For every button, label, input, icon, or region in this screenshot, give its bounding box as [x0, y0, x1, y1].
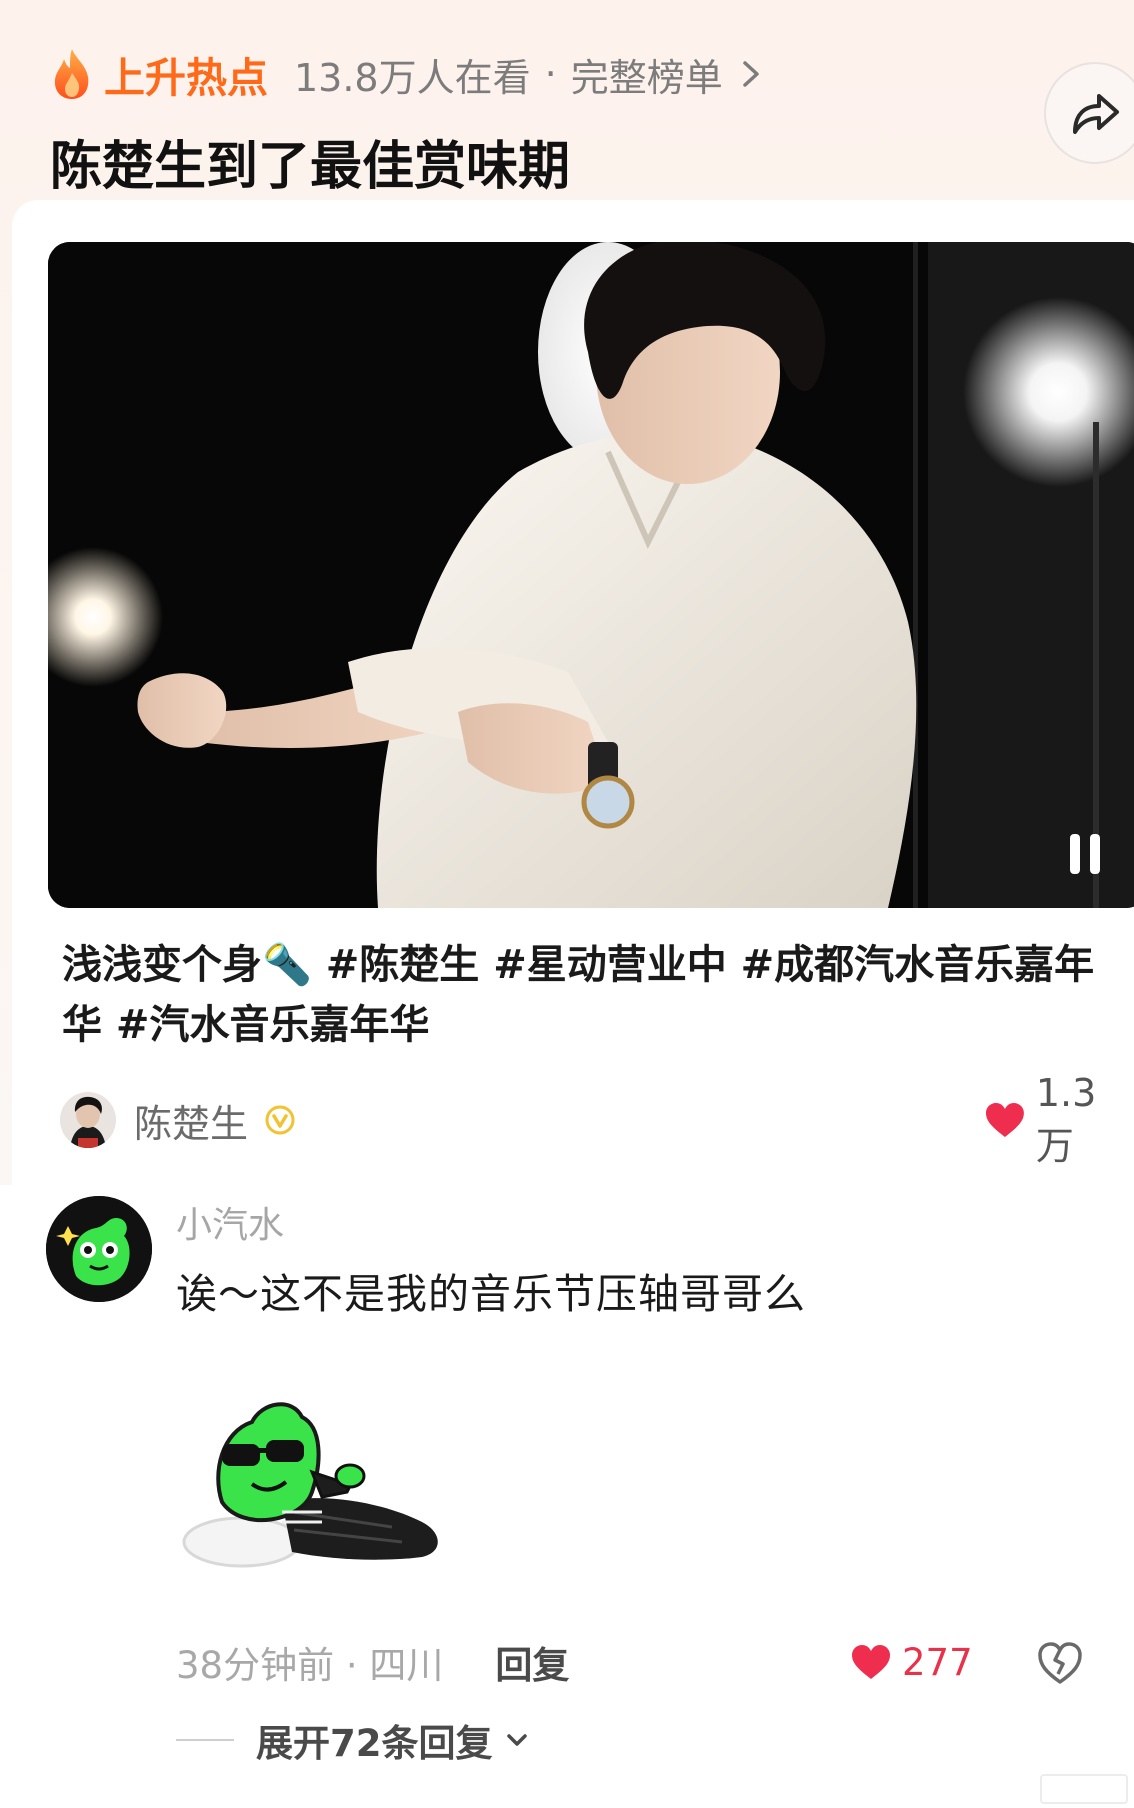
pause-icon[interactable]: [1066, 832, 1106, 876]
chevron-down-icon: [506, 1734, 527, 1746]
reply-button[interactable]: 回复: [495, 1635, 569, 1689]
divider: [176, 1739, 234, 1741]
video-player[interactable]: [48, 242, 1134, 908]
verified-badge-icon: [265, 1105, 295, 1135]
comment-text: 诶～这不是我的音乐节压轴哥哥么: [176, 1270, 806, 1318]
expand-replies-button[interactable]: 展开72条回复: [176, 1712, 529, 1768]
broken-heart-icon[interactable]: [1036, 1640, 1084, 1686]
commenter-name[interactable]: 小汽水: [176, 1196, 284, 1248]
comment-like-button[interactable]: 277: [850, 1636, 973, 1688]
sticker-image: [182, 1402, 438, 1568]
author-avatar[interactable]: [60, 1092, 116, 1148]
viewer-count: 13.8万人在看: [294, 55, 531, 100]
commenter-avatar[interactable]: [46, 1196, 152, 1302]
post-intro: 浅浅变个身🔦: [62, 942, 312, 988]
separator-dot: ·: [544, 52, 557, 96]
post-caption: 浅浅变个身🔦 #陈楚生 #星动营业中 #成都汽水音乐嘉年华 #汽水音乐嘉年华: [62, 935, 1122, 1055]
share-icon: [1073, 94, 1119, 134]
flame-icon: [54, 49, 89, 99]
post-like[interactable]: 1.3万: [984, 1071, 1134, 1168]
hot-topic-bar[interactable]: 上升热点 13.8万人在看 · 完整榜单: [50, 44, 763, 104]
full-list-link[interactable]: 完整榜单: [571, 47, 723, 102]
author-info[interactable]: 陈楚生: [60, 1090, 296, 1150]
watermark: [1040, 1774, 1128, 1804]
comment-meta: 38分钟前 · 四川 回复: [176, 1636, 569, 1688]
comment-like-count: 277: [902, 1640, 973, 1684]
expand-replies-label: 展开72条回复: [256, 1722, 493, 1765]
video-frame-image: [48, 242, 1134, 908]
hot-label: 上升热点: [104, 54, 268, 102]
page-title: 陈楚生到了最佳赏味期: [50, 137, 571, 197]
author-name[interactable]: 陈楚生: [134, 1093, 248, 1148]
heart-icon: [985, 1103, 1024, 1137]
post-like-count: 1.3万: [1035, 1070, 1097, 1168]
comment-time-location: 38分钟前 · 四川: [176, 1644, 444, 1687]
chevron-right-icon: [742, 61, 759, 87]
heart-icon: [852, 1645, 890, 1679]
